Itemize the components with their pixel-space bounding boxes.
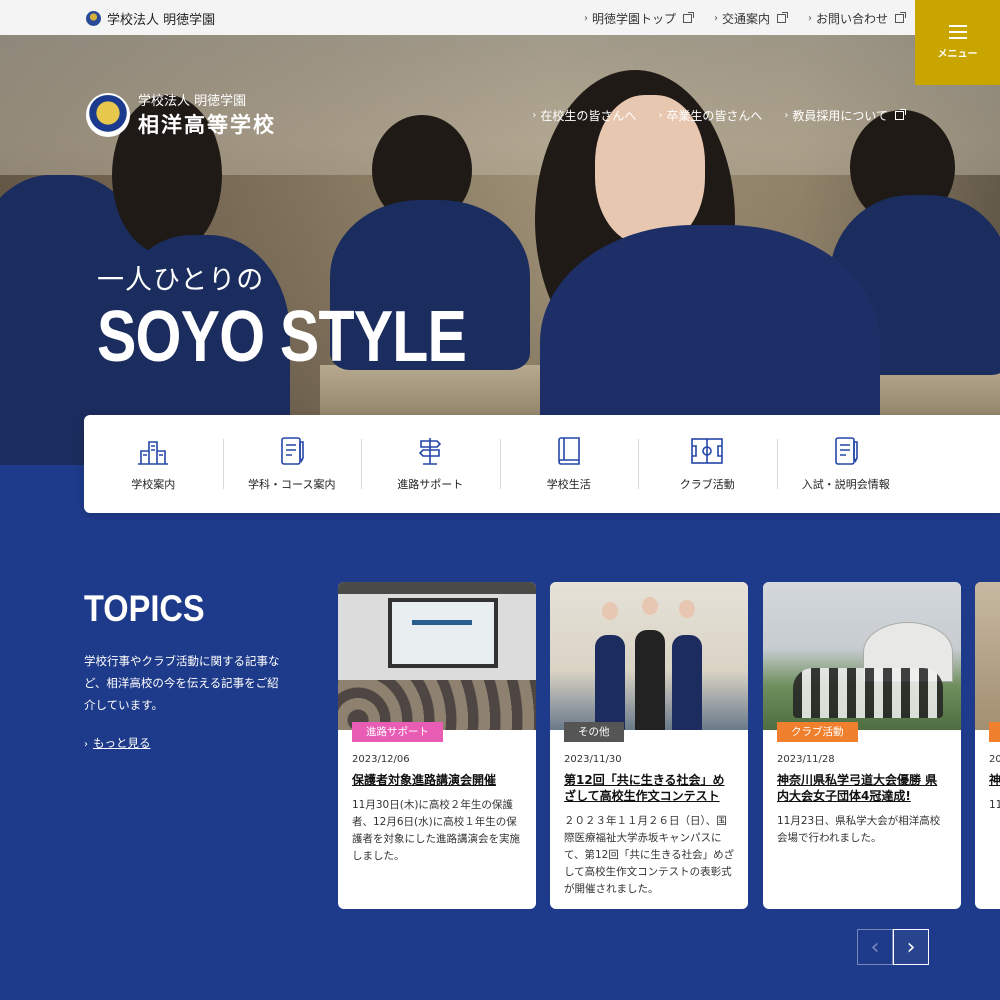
carousel-prev-button[interactable]: ‹ <box>857 929 893 965</box>
school-building-icon <box>138 441 169 465</box>
topic-tag: その他 <box>564 722 624 742</box>
quick-nav: 学校案内 学科・コース案内 進路サポート 学校生活 クラブ活動 入試・説明会情報 <box>84 415 1000 513</box>
topics-carousel: 進路サポート 2023/12/06 保護者対象進路講演会開催 11月30日(木)… <box>338 582 1000 912</box>
topic-card[interactable]: クラブ活動 2023/11/28 神奈川県私学弓道大会優勝 県内大会女子団体4冠… <box>763 582 961 909</box>
gnav-label: 卒業生の皆さんへ <box>666 109 763 123</box>
school-emblem-icon <box>86 92 130 137</box>
chevron-right-icon: › <box>906 934 916 960</box>
chevron-left-icon: ‹ <box>870 934 880 960</box>
menu-label: メニュー <box>937 49 978 60</box>
util-link-contact[interactable]: › お問い合わせ <box>807 10 906 27</box>
chevron-right-icon: › <box>84 739 88 750</box>
util-link-label: 明徳学園トップ <box>591 12 676 26</box>
document-pen-icon <box>834 437 858 465</box>
logo-text: 学校法人 明徳学園 相洋高等学校 <box>138 90 276 139</box>
topic-body: 11月30日(木)に高校２年生の保護者、12月6日(水)に高校１年生の保護者を対… <box>352 799 520 862</box>
topic-photo <box>975 582 1000 730</box>
topic-date: 2023/11/30 <box>564 754 622 765</box>
topic-photo <box>338 582 536 730</box>
logo-sub: 学校法人 明徳学園 <box>138 94 247 109</box>
chevron-right-icon: › <box>658 110 663 121</box>
topics-description: 学校行事やクラブ活動に関する記事など、相洋高校の今を伝える記事をご紹介しています… <box>84 654 280 712</box>
quicknav-career[interactable]: 進路サポート <box>361 415 500 513</box>
topics-more-link[interactable]: › もっと見る <box>84 735 151 751</box>
menu-button[interactable]: メニュー <box>915 0 1000 85</box>
quicknav-admissions[interactable]: 入試・説明会情報 <box>776 415 916 513</box>
school-seal-icon <box>86 11 101 26</box>
topic-body: ２０２３年１１月２６日（日）、国際医療福祉大学赤坂キャンパスにて、第12回「共に… <box>564 815 735 895</box>
topics-heading: TOPICS <box>84 588 205 629</box>
quicknav-school-life[interactable]: 学校生活 <box>499 415 639 513</box>
util-brand-label: 学校法人 明徳学園 <box>107 13 216 28</box>
hero-image: 学校法人 明徳学園 相洋高等学校 › 在校生の皆さんへ › 卒業生の皆さんへ › 教員… <box>0 35 1000 465</box>
hamburger-icon <box>948 25 967 39</box>
gnav-current-students[interactable]: › 在校生の皆さんへ <box>532 107 636 124</box>
gnav-label: 在校生の皆さんへ <box>540 109 637 123</box>
topic-title[interactable]: 保護者対象進路講演会開催 <box>352 772 524 788</box>
signpost-icon <box>419 438 442 465</box>
topics-more-label: もっと見る <box>93 736 151 750</box>
document-pen-icon <box>280 437 304 465</box>
chevron-right-icon: › <box>807 13 812 24</box>
topic-date: 2023/12/06 <box>352 754 410 765</box>
external-link-icon <box>895 12 906 23</box>
quicknav-label: 学校生活 <box>546 478 591 491</box>
util-link-label: 交通案内 <box>721 12 770 26</box>
external-link-icon <box>895 109 906 120</box>
book-icon <box>557 437 580 465</box>
chevron-right-icon: › <box>713 13 718 24</box>
util-link-access[interactable]: › 交通案内 <box>713 10 788 27</box>
carousel-controls: ‹ › <box>857 929 929 965</box>
quicknav-label: 学科・コース案内 <box>248 478 336 491</box>
gnav-alumni[interactable]: › 卒業生の皆さんへ <box>658 107 762 124</box>
catch-small: 一人ひとりの <box>97 265 265 296</box>
global-nav: › 在校生の皆さんへ › 卒業生の皆さんへ › 教員採用について <box>532 107 906 124</box>
topic-tag <box>989 722 1000 742</box>
quicknav-label: 学校案内 <box>131 478 176 491</box>
quicknav-label: 入試・説明会情報 <box>801 478 890 491</box>
utility-bar: 学校法人 明徳学園 › 明徳学園トップ › 交通案内 › お問い合わせ <box>0 0 1000 35</box>
topic-title[interactable]: 第12回「共に生きる社会」めざして高校生作文コンテスト <box>564 772 736 804</box>
topic-tag: 進路サポート <box>352 722 443 742</box>
util-brand[interactable]: 学校法人 明徳学園 <box>86 9 215 28</box>
quicknav-school-info[interactable]: 学校案内 <box>84 415 223 513</box>
logo-main: 相洋高等学校 <box>138 113 276 137</box>
topic-card[interactable]: 20 神 11 デ ト <box>975 582 1000 909</box>
topic-body: 11 デ ト <box>989 799 1000 811</box>
util-link-meitoku-top[interactable]: › 明徳学園トップ <box>583 10 694 27</box>
topic-card[interactable]: 進路サポート 2023/12/06 保護者対象進路講演会開催 11月30日(木)… <box>338 582 536 909</box>
external-link-icon <box>682 12 694 23</box>
util-links: › 明徳学園トップ › 交通案内 › お問い合わせ <box>583 10 906 27</box>
carousel-next-button[interactable]: › <box>893 929 929 965</box>
gnav-label: 教員採用について <box>792 109 888 123</box>
external-link-icon <box>776 12 788 23</box>
chevron-right-icon: › <box>532 110 537 121</box>
topic-photo <box>763 582 961 730</box>
quicknav-clubs[interactable]: クラブ活動 <box>638 415 777 513</box>
gnav-teacher-recruit[interactable]: › 教員採用について <box>784 107 906 124</box>
topic-photo <box>550 582 748 730</box>
topic-date: 2023/11/28 <box>777 754 835 765</box>
topic-card[interactable]: その他 2023/11/30 第12回「共に生きる社会」めざして高校生作文コンテ… <box>550 582 748 909</box>
util-link-label: お問い合わせ <box>815 12 888 26</box>
topic-title[interactable]: 神 <box>989 772 1000 788</box>
catch-big: SOYO STYLE <box>97 297 467 377</box>
quicknav-label: クラブ活動 <box>679 478 735 491</box>
chevron-right-icon: › <box>583 13 588 24</box>
topic-tag: クラブ活動 <box>777 722 858 742</box>
school-logo[interactable]: 学校法人 明徳学園 相洋高等学校 <box>86 90 276 139</box>
chevron-right-icon: › <box>784 110 789 121</box>
topic-date: 20 <box>989 754 1000 765</box>
field-icon <box>691 438 724 464</box>
topic-body: 11月23日、県私学大会が相洋高校会場で行われました。 <box>777 815 941 844</box>
topic-title[interactable]: 神奈川県私学弓道大会優勝 県内大会女子団体4冠達成! <box>777 772 949 804</box>
quicknav-courses[interactable]: 学科・コース案内 <box>222 415 362 513</box>
hero-catchcopy: 一人ひとりの SOYO STYLE <box>97 258 547 377</box>
quicknav-label: 進路サポート <box>397 478 464 491</box>
